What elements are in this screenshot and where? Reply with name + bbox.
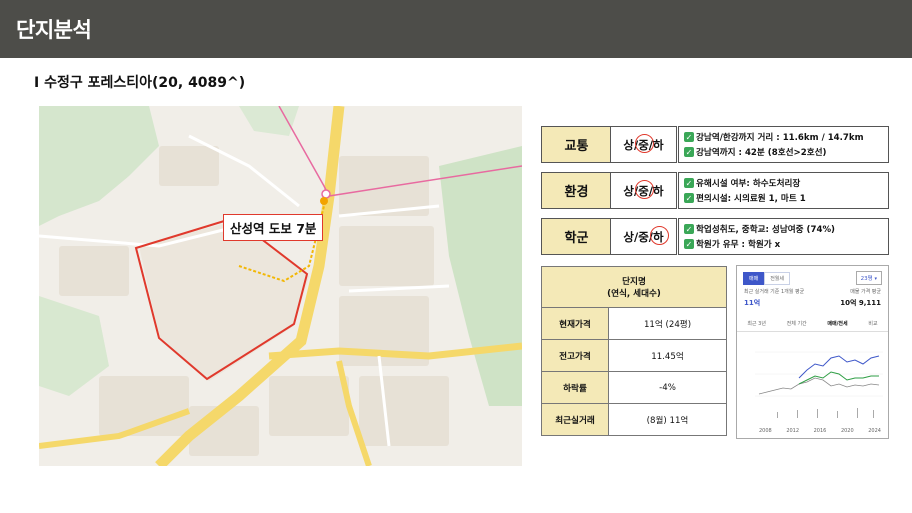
- detail-environment: ✓ 유해시설 여부: 하수도처리장 ✓ 편의시설: 시의료원 1, 마트 1: [678, 172, 889, 209]
- grade-environment: 상 / 중 / 하: [610, 172, 677, 209]
- check-icon: ✓: [684, 224, 694, 234]
- table-row: 현재가격 11억 (24평): [541, 307, 727, 340]
- station-pin: [320, 197, 328, 205]
- complex-meta-label: (연식, 세대수): [607, 289, 661, 299]
- park-area: [439, 146, 522, 406]
- location-map[interactable]: 산성역 도보 7분: [39, 106, 522, 466]
- complex-subtitle: I 수정구 포레스티아(20, 4089^): [34, 75, 246, 91]
- chart-tabs: 최근 3년 전체 기간 매매/전세 비교: [737, 320, 888, 332]
- detail-line: 유해시설 여부: 하수도처리장: [696, 179, 801, 189]
- check-icon: ✓: [684, 193, 694, 203]
- listing-avg-label: 매물 가격 평균: [850, 289, 881, 295]
- year-axis: 2008 2012 2016 2020 2024: [759, 428, 881, 434]
- table-row: 전고가격 11.45억: [541, 339, 727, 372]
- row-value: 11억 (24평): [608, 307, 727, 340]
- row-label: 현재가격: [541, 307, 609, 340]
- grade-low-selected: 하: [650, 225, 669, 245]
- chevron-down-icon: ▾: [874, 276, 877, 282]
- category-transport: 교통: [541, 126, 612, 163]
- check-icon: ✓: [684, 147, 694, 157]
- check-icon: ✓: [684, 132, 694, 142]
- grade-mid: 중: [638, 229, 649, 244]
- rent-tab[interactable]: 전월세: [764, 272, 791, 285]
- category-environment: 환경: [541, 172, 612, 209]
- complex-name-label: 단지명: [622, 277, 646, 287]
- row-label: 전고가격: [541, 339, 609, 372]
- page-title: 단지분석: [16, 18, 92, 42]
- volume-line: [758, 377, 880, 395]
- grade-high: 상: [623, 229, 634, 244]
- table-row: 최근실거래 (8월) 11억: [541, 403, 727, 436]
- tab-sale-jeonse[interactable]: 매매/전세: [827, 320, 847, 327]
- grade-low: 하: [653, 183, 664, 198]
- map-graphic: [39, 106, 522, 466]
- grade-mid-selected: 중: [635, 179, 654, 199]
- check-icon: ✓: [684, 239, 694, 249]
- recent-trade-value: 11억: [744, 299, 761, 307]
- row-value: 11.45억: [608, 339, 727, 372]
- detail-line: 편의시설: 시의료원 1, 마트 1: [696, 194, 806, 204]
- sale-line: [798, 355, 880, 379]
- park-area: [39, 106, 159, 226]
- table-header: 단지명 (연식, 세대수): [541, 266, 727, 308]
- row-label: 최근실거래: [541, 403, 609, 436]
- table-row: 하락률 -4%: [541, 371, 727, 404]
- category-school: 학군: [541, 218, 612, 255]
- listing-avg-value: 10억 9,111: [840, 299, 881, 307]
- station-callout: 산성역 도보 7분: [223, 214, 324, 241]
- grade-high: 상: [623, 137, 634, 152]
- tab-compare[interactable]: 비교: [868, 320, 877, 327]
- header-bar: 단지분석: [0, 0, 912, 58]
- grade-low: 하: [653, 137, 664, 152]
- tab-recent-3y[interactable]: 최근 3년: [747, 320, 766, 327]
- size-select-value: 23평: [860, 276, 873, 282]
- detail-school: ✓ 학업성취도, 중학교: 성남여중 (74%) ✓ 학원가 유무 : 학원가 x: [678, 218, 889, 255]
- row-label: 하락률: [541, 371, 609, 404]
- price-trend-chart: [755, 351, 883, 418]
- year-tick: 2012: [786, 428, 800, 434]
- detail-line: 강남역까지 : 42분 (8호선>2호선): [696, 148, 827, 158]
- row-value: (8월) 11억: [608, 403, 727, 436]
- detail-line: 강남역/한강까지 거리 : 11.6km / 14.7km: [696, 133, 864, 143]
- detail-line: 학원가 유무 : 학원가 x: [696, 240, 781, 250]
- row-value: -4%: [608, 371, 727, 404]
- recent-trade-label: 최근 실거래 기준 1개월 평균: [744, 289, 805, 295]
- park-area: [239, 106, 299, 136]
- year-tick: 2024: [868, 428, 881, 434]
- tab-all-period[interactable]: 전체 기간: [787, 320, 807, 327]
- price-chart-card: 매매 전월세 23평 ▾ 최근 실거래 기준 1개월 평균 매물 가격 평균 1…: [736, 265, 889, 439]
- park-area: [39, 296, 109, 396]
- trade-type-toggle: 매매 전월세: [743, 272, 791, 285]
- year-tick: 2020: [840, 428, 854, 434]
- size-select[interactable]: 23평 ▾: [855, 271, 882, 285]
- grade-mid-selected: 중: [635, 133, 654, 153]
- check-icon: ✓: [684, 178, 694, 188]
- grade-transport: 상 / 중 / 하: [610, 126, 677, 163]
- grade-high: 상: [623, 183, 634, 198]
- sale-tab[interactable]: 매매: [743, 272, 765, 285]
- grade-school: 상 / 중 / 하: [610, 218, 677, 255]
- detail-transport: ✓ 강남역/한강까지 거리 : 11.6km / 14.7km ✓ 강남역까지 : …: [678, 126, 889, 163]
- detail-line: 학업성취도, 중학교: 성남여중 (74%): [696, 225, 835, 235]
- year-tick: 2008: [759, 428, 772, 434]
- price-table: 단지명 (연식, 세대수) 현재가격 11억 (24평) 전고가격 11.45억…: [541, 266, 727, 436]
- year-tick: 2016: [813, 428, 827, 434]
- subway-station: [321, 189, 331, 199]
